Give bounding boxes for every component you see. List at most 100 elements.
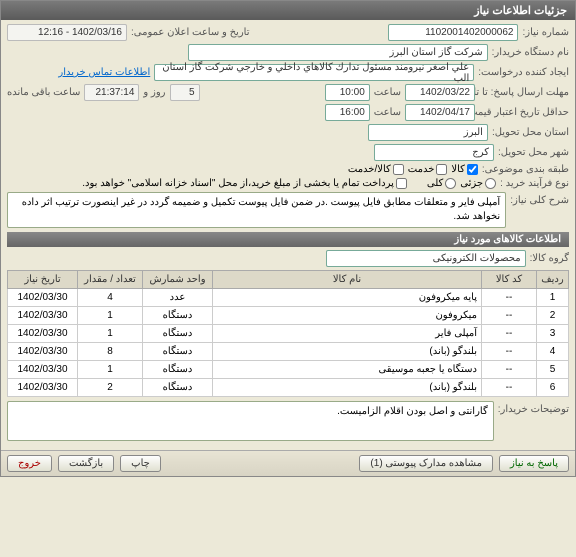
cell-unit: دستگاه [143, 343, 213, 361]
cell-n: 3 [537, 325, 569, 343]
radio-full[interactable]: کلی [427, 178, 456, 189]
label-req-no: شماره نیاز: [522, 27, 569, 38]
cell-name: بلندگو (باند) [213, 343, 482, 361]
th-unit[interactable]: واحد شمارش [143, 271, 213, 289]
th-code[interactable]: کد کالا [482, 271, 537, 289]
radio-partial[interactable]: جزئی [460, 178, 496, 189]
table-body: 1--پایه میکروفونعدد41402/03/302--میکروفو… [8, 289, 569, 397]
table-row[interactable]: 1--پایه میکروفونعدد41402/03/30 [8, 289, 569, 307]
chk-goods[interactable]: کالا [451, 164, 478, 175]
cell-date: 1402/03/30 [8, 343, 78, 361]
label-reply-deadline: مهلت ارسال پاسخ: تا تاریخ: [479, 87, 569, 98]
input-group[interactable]: محصولات الکترونیکی [326, 250, 526, 267]
label-buyer-org: نام دستگاه خریدار: [492, 47, 569, 58]
cell-date: 1402/03/30 [8, 379, 78, 397]
cell-date: 1402/03/30 [8, 289, 78, 307]
cell-qty: 1 [78, 307, 143, 325]
btn-print[interactable]: چاپ [120, 455, 161, 472]
cell-qty: 8 [78, 343, 143, 361]
section-goods-info: اطلاعات کالاهای مورد نیاز [7, 232, 569, 247]
input-reply-date[interactable]: 1402/03/22 [405, 84, 475, 101]
cell-n: 4 [537, 343, 569, 361]
label-purchase-type: نوع فرآیند خرید : [500, 178, 569, 189]
label-announce: تاریخ و ساعت اعلان عمومی: [131, 27, 250, 38]
label-main-desc: شرح کلی نیاز: [510, 192, 569, 206]
cell-code: -- [482, 289, 537, 307]
input-req-no[interactable]: 1102001402000062 [388, 24, 518, 41]
cell-unit: دستگاه [143, 379, 213, 397]
cell-date: 1402/03/30 [8, 361, 78, 379]
label-province: استان محل تحویل: [492, 127, 569, 138]
label-topic-class: طبقه بندی موضوعی: [482, 164, 569, 175]
cell-n: 1 [537, 289, 569, 307]
cell-name: آمپلی فایر [213, 325, 482, 343]
table-row[interactable]: 2--میکروفوندستگاه11402/03/30 [8, 307, 569, 325]
label-hour1: ساعت [374, 87, 401, 98]
cell-name: میکروفون [213, 307, 482, 325]
th-date[interactable]: تاریخ نیاز [8, 271, 78, 289]
cell-name: پایه میکروفون [213, 289, 482, 307]
th-n[interactable]: ردیف [537, 271, 569, 289]
input-credit-time[interactable]: 16:00 [325, 104, 370, 121]
input-reply-time[interactable]: 10:00 [325, 84, 370, 101]
label-city: شهر محل تحویل: [498, 147, 569, 158]
cell-date: 1402/03/30 [8, 307, 78, 325]
main-desc-box[interactable]: آمپلی فایر و متعلقات مطابق فایل پیوست .د… [7, 192, 506, 228]
input-credit-date[interactable]: 1402/04/17 [405, 104, 475, 121]
footer-bar: پاسخ به نیاز مشاهده مدارک پیوستی (1) چاپ… [1, 450, 575, 476]
cell-unit: دستگاه [143, 325, 213, 343]
input-province[interactable]: البرز [368, 124, 488, 141]
btn-reply[interactable]: پاسخ به نیاز [499, 455, 569, 472]
days-left: 5 [170, 84, 200, 101]
chk-pay-note[interactable]: پرداخت تمام یا بخشی از مبلغ خرید،از محل … [82, 178, 407, 189]
cell-name: بلندگو (باند) [213, 379, 482, 397]
label-credit-deadline: حداقل تاریخ اعتبار قیمت: تا تاریخ: [479, 107, 569, 118]
cell-qty: 1 [78, 361, 143, 379]
cell-code: -- [482, 325, 537, 343]
cell-code: -- [482, 379, 537, 397]
input-creator[interactable]: علي اصغر نيرومند مسئول تدارك كالاهاي داخ… [154, 64, 474, 81]
form-area: شماره نیاز: 1102001402000062 تاریخ و ساع… [1, 20, 575, 450]
cell-code: -- [482, 343, 537, 361]
cell-unit: دستگاه [143, 361, 213, 379]
window-title: جزئیات اطلاعات نیاز [474, 5, 567, 17]
cell-n: 2 [537, 307, 569, 325]
cell-unit: عدد [143, 289, 213, 307]
items-table: ردیف کد کالا نام کالا واحد شمارش تعداد /… [7, 270, 569, 397]
chk-goods-service[interactable]: کالا/خدمت [348, 164, 404, 175]
titlebar: جزئیات اطلاعات نیاز [1, 1, 575, 20]
btn-back[interactable]: بازگشت [58, 455, 114, 472]
cell-code: -- [482, 307, 537, 325]
btn-attachments[interactable]: مشاهده مدارک پیوستی (1) [359, 455, 493, 472]
label-group: گروه کالا: [530, 253, 569, 264]
label-day-and: روز و [143, 87, 165, 98]
cell-n: 5 [537, 361, 569, 379]
chk-service[interactable]: خدمت [408, 164, 448, 175]
cell-n: 6 [537, 379, 569, 397]
cell-qty: 4 [78, 289, 143, 307]
cell-date: 1402/03/30 [8, 325, 78, 343]
cell-qty: 2 [78, 379, 143, 397]
label-creator: ایجاد کننده درخواست: [478, 67, 569, 78]
buyer-notes-box[interactable]: گارانتی و اصل بودن اقلام الزامیست. [7, 401, 494, 441]
th-name[interactable]: نام کالا [213, 271, 482, 289]
btn-exit[interactable]: خروج [7, 455, 52, 472]
table-row[interactable]: 6--بلندگو (باند)دستگاه21402/03/30 [8, 379, 569, 397]
th-qty[interactable]: تعداد / مقدار [78, 271, 143, 289]
input-buyer-org[interactable]: شرکت گاز استان البرز [188, 44, 488, 61]
label-buyer-notes: توضیحات خریدار: [498, 401, 569, 415]
label-hour2: ساعت [374, 107, 401, 118]
time-left: 21:37:14 [84, 84, 139, 101]
link-contact[interactable]: اطلاعات تماس خریدار [58, 67, 150, 78]
table-row[interactable]: 5--دستگاه یا جعبه موسیقیدستگاه11402/03/3… [8, 361, 569, 379]
cell-qty: 1 [78, 325, 143, 343]
cell-name: دستگاه یا جعبه موسیقی [213, 361, 482, 379]
label-time-left: ساعت باقی مانده [7, 87, 80, 98]
table-header-row: ردیف کد کالا نام کالا واحد شمارش تعداد /… [8, 271, 569, 289]
cell-unit: دستگاه [143, 307, 213, 325]
table-row[interactable]: 3--آمپلی فایردستگاه11402/03/30 [8, 325, 569, 343]
cell-code: -- [482, 361, 537, 379]
input-announce: 1402/03/16 - 12:16 [7, 24, 127, 41]
input-city[interactable]: کرج [374, 144, 494, 161]
table-row[interactable]: 4--بلندگو (باند)دستگاه81402/03/30 [8, 343, 569, 361]
